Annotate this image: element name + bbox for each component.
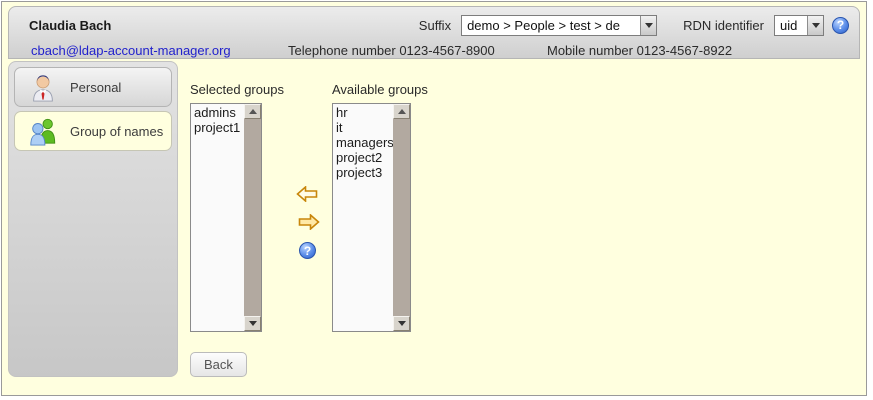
- scroll-down-icon[interactable]: [393, 316, 410, 331]
- chevron-down-icon[interactable]: [807, 16, 823, 35]
- selected-groups-listbox[interactable]: adminsproject1: [190, 103, 262, 332]
- list-item[interactable]: hr: [333, 105, 393, 120]
- move-right-arrow-icon[interactable]: [298, 214, 320, 230]
- available-groups-items: hritmanagersproject2project3: [333, 104, 393, 331]
- scrollbar: [244, 104, 261, 331]
- suffix-label: Suffix: [419, 18, 451, 33]
- tab-personal-label: Personal: [70, 80, 121, 95]
- account-header: Claudia Bach Suffix demo > People > test…: [8, 6, 860, 59]
- suffix-select-value: demo > People > test > de: [462, 18, 625, 33]
- help-icon[interactable]: ?: [299, 242, 316, 259]
- suffix-select[interactable]: demo > People > test > de: [461, 15, 657, 36]
- chevron-down-icon[interactable]: [640, 16, 656, 35]
- list-item[interactable]: it: [333, 120, 393, 135]
- person-icon: [28, 72, 58, 102]
- selected-groups-items: adminsproject1: [191, 104, 244, 331]
- list-item[interactable]: project1: [191, 120, 244, 135]
- tab-group-of-names[interactable]: Group of names: [14, 111, 172, 151]
- header-row-bottom: cbach@ldap-account-manager.org Telephone…: [9, 43, 859, 59]
- available-groups-listbox[interactable]: hritmanagersproject2project3: [332, 103, 411, 332]
- list-item[interactable]: managers: [333, 135, 393, 150]
- selected-groups-label: Selected groups: [190, 82, 284, 97]
- user-name: Claudia Bach: [29, 18, 111, 33]
- rdn-identifier-label: RDN identifier: [683, 18, 764, 33]
- move-left-arrow-icon[interactable]: [296, 186, 318, 202]
- telephone-number: Telephone number 0123-4567-8900: [288, 43, 495, 58]
- list-item[interactable]: project2: [333, 150, 393, 165]
- module-sidebar: Personal Group of names: [8, 61, 178, 377]
- tab-group-of-names-label: Group of names: [70, 124, 163, 139]
- mobile-number: Mobile number 0123-4567-8922: [547, 43, 732, 58]
- page-container: Claudia Bach Suffix demo > People > test…: [1, 1, 867, 396]
- email-link[interactable]: cbach@ldap-account-manager.org: [31, 43, 231, 58]
- list-item[interactable]: admins: [191, 105, 244, 120]
- header-controls: Suffix demo > People > test > de RDN ide…: [419, 15, 849, 36]
- scroll-up-icon[interactable]: [393, 104, 410, 119]
- rdn-select-value: uid: [775, 18, 802, 33]
- scrollbar-track[interactable]: [244, 119, 261, 316]
- available-groups-label: Available groups: [332, 82, 428, 97]
- list-item[interactable]: project3: [333, 165, 393, 180]
- group-icon: [28, 116, 58, 146]
- help-icon[interactable]: ?: [832, 17, 849, 34]
- scroll-down-icon[interactable]: [244, 316, 261, 331]
- scrollbar: [393, 104, 410, 331]
- scroll-up-icon[interactable]: [244, 104, 261, 119]
- scrollbar-track[interactable]: [393, 119, 410, 316]
- header-row-top: Claudia Bach Suffix demo > People > test…: [9, 13, 859, 37]
- rdn-identifier-select[interactable]: uid: [774, 15, 824, 36]
- back-button[interactable]: Back: [190, 352, 247, 377]
- tab-personal[interactable]: Personal: [14, 67, 172, 107]
